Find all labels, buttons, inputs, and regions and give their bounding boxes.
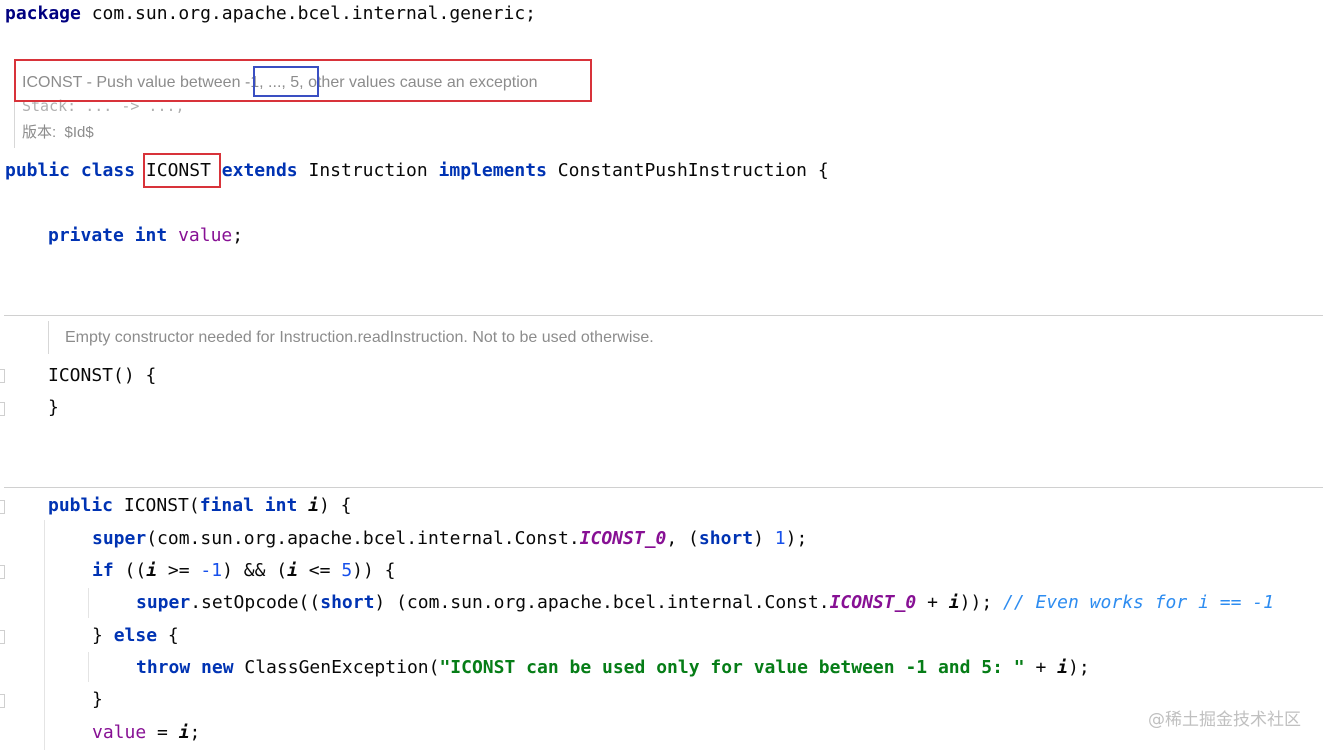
super-keyword: super <box>92 528 147 549</box>
watermark: @稀土掘金技术社区 <box>1148 710 1301 730</box>
int-keyword: int <box>134 225 168 246</box>
param-i: i <box>948 592 960 613</box>
close-brace: } <box>92 625 114 646</box>
public-keyword: public <box>5 160 71 181</box>
class-name-highlight-box <box>143 153 221 188</box>
semicolon: ; <box>189 722 201 743</box>
range-highlight-box <box>253 66 319 97</box>
if-end: )) { <box>352 560 396 581</box>
number-literal: 5 <box>341 560 353 581</box>
operator: + <box>1024 657 1058 678</box>
ctor-doc-bar <box>48 321 49 354</box>
interface-name: ConstantPushInstruction <box>557 160 808 181</box>
assign-line[interactable]: value = i; <box>92 722 200 744</box>
number-literal: 1 <box>774 528 786 549</box>
superclass-name: Instruction <box>308 160 428 181</box>
throw-keyword: throw <box>136 657 191 678</box>
operator: = <box>146 722 179 743</box>
param-i: i <box>178 722 190 743</box>
const-iconst0: ICONST_0 <box>579 528 667 549</box>
empty-constructor-signature[interactable]: ICONST() { <box>48 365 156 387</box>
exception-class: ClassGenException( <box>233 657 440 678</box>
set-opcode-args: ) (com.sun.org.apache.bcel.internal.Cons… <box>374 592 830 613</box>
indent-guide <box>44 520 45 750</box>
method-separator-2 <box>4 487 1323 488</box>
if-close-brace: } <box>92 689 103 710</box>
if-line[interactable]: if ((i >= -1) && (i <= 5)) { <box>92 560 396 582</box>
super-args: (com.sun.org.apache.bcel.internal.Const. <box>146 528 580 549</box>
int-keyword: int <box>264 495 298 516</box>
class-declaration[interactable]: public class ICONST extends Instruction … <box>5 160 829 182</box>
super-end: ); <box>785 528 808 549</box>
field-declaration[interactable]: private int value; <box>48 225 243 247</box>
operator: >= <box>157 560 201 581</box>
final-keyword: final <box>199 495 254 516</box>
public-keyword: public <box>48 495 114 516</box>
ctor-doc: Empty constructor needed for Instruction… <box>65 329 654 346</box>
package-declaration[interactable]: package com.sun.org.apache.bcel.internal… <box>5 3 536 25</box>
if-keyword: if <box>92 560 114 581</box>
param-i: i <box>287 560 298 581</box>
set-opcode-line[interactable]: super.setOpcode((short) (com.sun.org.apa… <box>136 592 1274 614</box>
super-args: , ( <box>666 528 699 549</box>
fold-marker[interactable] <box>0 402 5 416</box>
fold-marker[interactable] <box>0 369 5 383</box>
class-doc-line3: 版本: $Id$ <box>22 124 94 141</box>
string-literal: "ICONST can be used only for value betwe… <box>439 657 1025 678</box>
constructor-signature[interactable]: public ICONST(final int i) { <box>48 495 351 517</box>
class-keyword: class <box>80 160 136 181</box>
fold-marker[interactable] <box>0 565 5 579</box>
short-keyword: short <box>698 528 754 549</box>
super-args: ) <box>753 528 775 549</box>
super-keyword: super <box>136 592 191 613</box>
if-paren: (( <box>113 560 147 581</box>
package-keyword: package <box>5 3 81 24</box>
field-name: value <box>178 225 233 246</box>
private-keyword: private <box>48 225 124 246</box>
short-keyword: short <box>320 592 375 613</box>
extends-keyword: extends <box>221 160 298 181</box>
fold-marker[interactable] <box>0 694 5 708</box>
set-opcode-end: )); <box>959 592 1003 613</box>
fold-marker[interactable] <box>0 630 5 644</box>
semicolon: ; <box>232 225 244 246</box>
number-literal: -1 <box>200 560 223 581</box>
signature-end: ) { <box>318 495 352 516</box>
param-i: i <box>146 560 158 581</box>
constructor-name: ICONST( <box>113 495 200 516</box>
method-separator-1 <box>4 315 1323 316</box>
super-call-line[interactable]: super(com.sun.org.apache.bcel.internal.C… <box>92 528 807 550</box>
open-brace: { <box>157 625 179 646</box>
param-i: i <box>308 495 319 516</box>
field-name: value <box>92 722 147 743</box>
implements-keyword: implements <box>438 160 547 181</box>
operator: <= <box>297 560 342 581</box>
indent-guide <box>88 652 89 682</box>
fold-marker[interactable] <box>0 500 5 514</box>
indent-guide <box>88 588 89 618</box>
operator: + <box>916 592 949 613</box>
inline-comment: // Even works for i == -1 <box>1003 592 1274 613</box>
param-i: i <box>1057 657 1069 678</box>
throw-end: ); <box>1068 657 1090 678</box>
else-keyword: else <box>113 625 158 646</box>
else-line[interactable]: } else { <box>92 625 179 647</box>
const-iconst0: ICONST_0 <box>829 592 917 613</box>
class-open-brace: { <box>807 160 829 181</box>
operator: ) && ( <box>222 560 288 581</box>
set-opcode-call: .setOpcode(( <box>190 592 321 613</box>
throw-line[interactable]: throw new ClassGenException("ICONST can … <box>136 657 1090 679</box>
empty-constructor-close: } <box>48 397 59 418</box>
new-keyword: new <box>201 657 234 678</box>
package-name: com.sun.org.apache.bcel.internal.generic… <box>80 3 537 24</box>
